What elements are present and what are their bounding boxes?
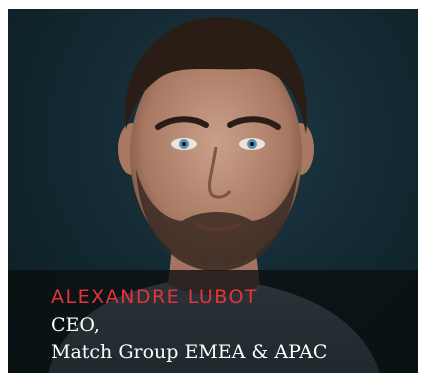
person-organization: Match Group EMEA & APAC (51, 341, 328, 363)
caption-overlay: ALEXANDRE LUBOT CEO, Match Group EMEA & … (8, 270, 418, 373)
person-title: CEO, (51, 314, 100, 336)
person-name: ALEXANDRE LUBOT (51, 286, 258, 308)
profile-card: ALEXANDRE LUBOT CEO, Match Group EMEA & … (8, 9, 418, 373)
